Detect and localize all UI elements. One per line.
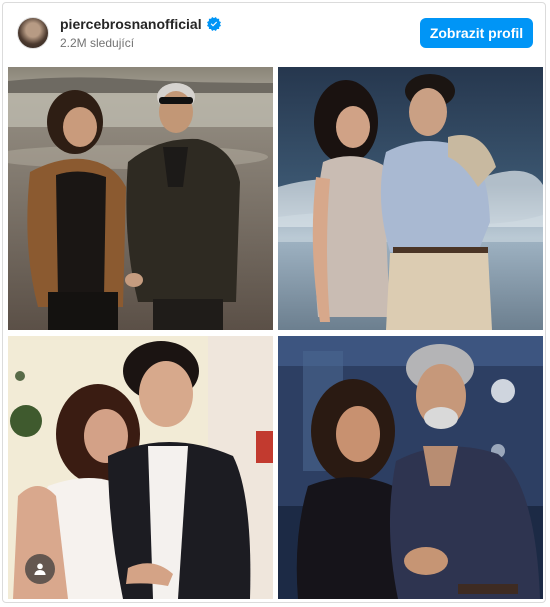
photo-1[interactable] bbox=[8, 67, 273, 330]
photo-grid bbox=[3, 3, 545, 602]
instagram-embed-card: piercebrosnanofficial 2.2M sledující Zob… bbox=[2, 2, 546, 603]
photo-beach-vintage-image bbox=[278, 67, 543, 330]
photo-4[interactable] bbox=[278, 336, 543, 599]
photo-2[interactable] bbox=[278, 67, 543, 330]
photo-beach-sunset-image bbox=[8, 67, 273, 330]
tagged-user-icon[interactable] bbox=[25, 554, 55, 584]
photo-indoor-image bbox=[278, 336, 543, 599]
